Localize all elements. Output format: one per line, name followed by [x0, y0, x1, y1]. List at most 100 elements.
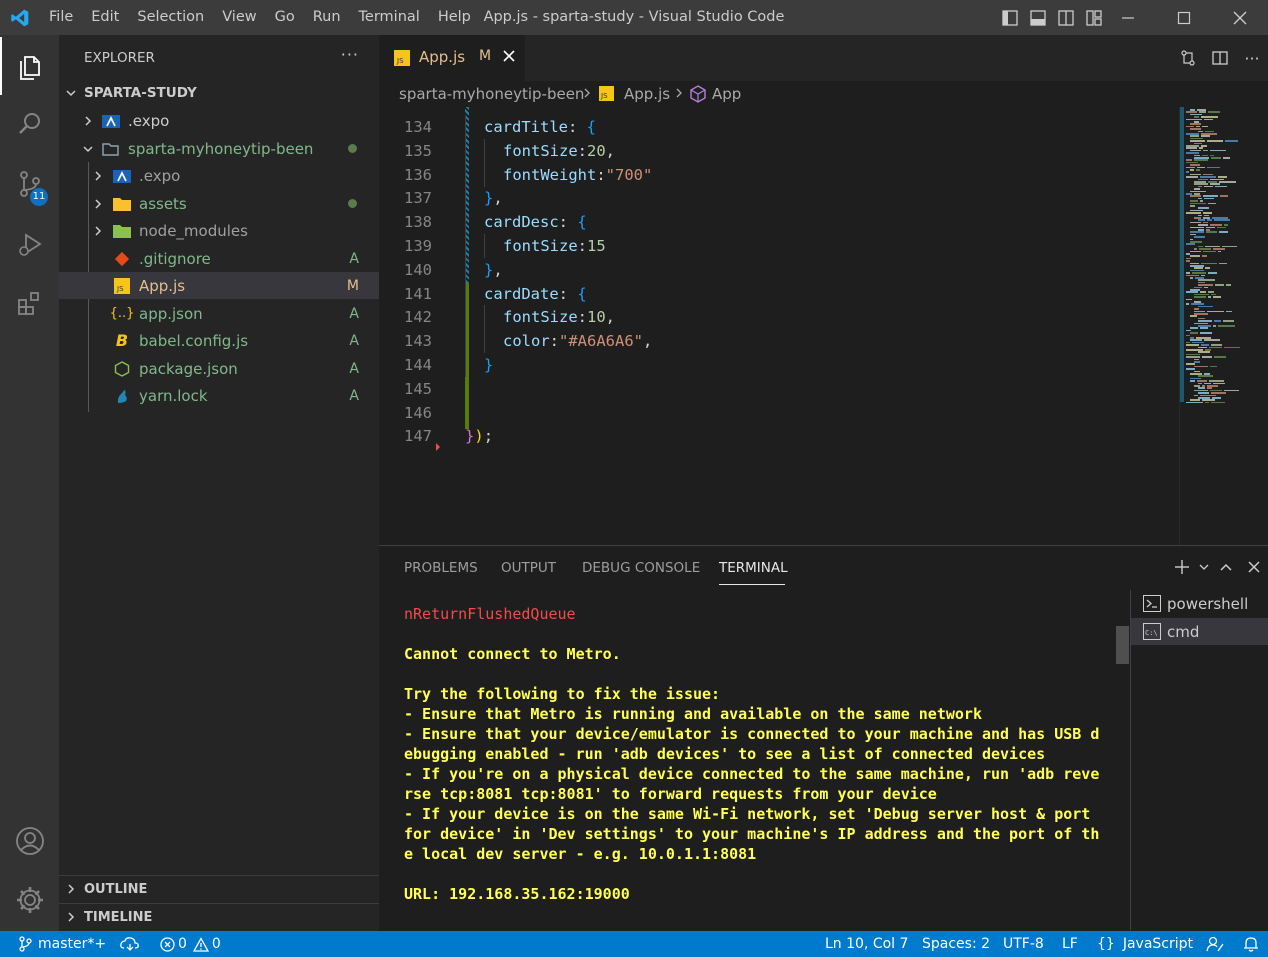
breadcrumb-symbol[interactable]: App — [712, 85, 741, 103]
terminal-powershell-icon — [1143, 595, 1161, 616]
tab-output[interactable]: OUTPUT — [501, 560, 556, 576]
maximize-icon[interactable] — [1156, 0, 1212, 35]
toggle-sidebar-icon[interactable] — [996, 0, 1024, 35]
minimap[interactable] — [1179, 107, 1268, 545]
code-token: } — [484, 356, 494, 374]
explorer-more-icon[interactable]: ··· — [341, 45, 359, 64]
tab-terminal[interactable]: TERMINAL — [719, 560, 788, 576]
code-text: } — [484, 353, 493, 377]
maximize-panel-icon[interactable] — [1212, 554, 1240, 580]
menu-selection[interactable]: Selection — [128, 0, 213, 35]
explorer-sidebar: EXPLORER ··· SPARTA-STUDY .expo sparta-m… — [59, 35, 379, 931]
extensions-icon[interactable] — [0, 275, 59, 333]
tree-item-assets[interactable]: assets — [59, 190, 379, 217]
terminal-item-cmd[interactable]: C:\ cmd — [1131, 618, 1268, 645]
activity-bar: 11 — [0, 35, 59, 931]
problems-status[interactable]: 0 0 — [160, 931, 221, 957]
close-panel-icon[interactable] — [1240, 554, 1268, 580]
sync-icon[interactable] — [120, 931, 140, 957]
tree-item-node-modules[interactable]: node_modules — [59, 217, 379, 244]
tree-item-app-json[interactable]: {..} app.json A — [59, 300, 379, 327]
workspace-root-label: SPARTA-STUDY — [84, 84, 197, 101]
eol-status[interactable]: LF — [1062, 931, 1078, 957]
tree-item-package-json[interactable]: package.json A — [59, 355, 379, 382]
cursor-position[interactable]: Ln 10, Col 7 — [825, 931, 908, 957]
split-editor-icon[interactable] — [1204, 35, 1236, 81]
accounts-icon[interactable] — [0, 812, 59, 870]
feedback-icon[interactable] — [1206, 931, 1224, 957]
timeline-section[interactable]: TIMELINE — [59, 903, 379, 930]
source-control-icon[interactable]: 11 — [0, 155, 59, 213]
expo-folder-icon — [102, 112, 120, 130]
tree-item-sparta-myhoneytip-been[interactable]: sparta-myhoneytip-been — [59, 135, 379, 162]
new-terminal-icon[interactable] — [1168, 554, 1196, 580]
open-changes-icon[interactable] — [1172, 35, 1204, 81]
code-token: : — [558, 213, 578, 232]
code-token: fontSize — [503, 141, 578, 160]
code-line: 138 cardDesc: { — [379, 210, 1179, 235]
menu-file[interactable]: File — [40, 0, 82, 35]
menu-run[interactable]: Run — [304, 0, 350, 35]
language-status[interactable]: {} JavaScript — [1097, 931, 1193, 957]
terminal-scrollbar[interactable] — [1116, 626, 1129, 664]
terminal-item-powershell[interactable]: powershell — [1131, 590, 1268, 617]
code-token: { — [577, 213, 587, 232]
menu-help[interactable]: Help — [429, 0, 480, 35]
code-token: : — [558, 284, 578, 303]
menu-view[interactable]: View — [213, 0, 265, 35]
toggle-panel-icon[interactable] — [1024, 0, 1052, 35]
menu-go[interactable]: Go — [266, 0, 304, 35]
explorer-icon[interactable] — [0, 37, 59, 95]
branch-status[interactable]: master*+ — [18, 931, 106, 957]
code-line: 135 fontSize:20, — [379, 138, 1179, 163]
indent-guide — [465, 353, 466, 377]
search-icon[interactable] — [0, 95, 59, 153]
breadcrumb-file[interactable]: App.js — [624, 85, 670, 103]
tab-debug-console[interactable]: DEBUG CONSOLE — [582, 560, 700, 576]
close-window-icon[interactable] — [1212, 0, 1268, 35]
menu-edit[interactable]: Edit — [82, 0, 128, 35]
close-tab-icon[interactable] — [502, 49, 516, 67]
tab-problems[interactable]: PROBLEMS — [404, 560, 478, 576]
terminal-line: ebugging enabled - run 'adb devices' to … — [404, 745, 1046, 763]
code-editor[interactable]: 134 cardTitle: {135 fontSize:20, 136 fontWei… — [379, 107, 1179, 545]
tree-item-yarn-lock[interactable]: yarn.lock A — [59, 382, 379, 409]
tree-item-app-js[interactable]: JS App.js M — [59, 272, 379, 299]
tree-item-babel-config[interactable]: B babel.config.js A — [59, 327, 379, 354]
line-number: 140 — [404, 260, 432, 279]
code-line: 143 color:"#A6A6A6", — [379, 329, 1179, 354]
manage-gear-icon[interactable] — [0, 871, 59, 929]
tab-label: App.js — [419, 48, 466, 66]
run-debug-icon[interactable] — [0, 215, 59, 273]
minimize-icon[interactable] — [1100, 0, 1156, 35]
chevron-right-icon — [95, 198, 102, 209]
explorer-header: EXPLORER ··· — [59, 35, 379, 80]
git-status-added: A — [349, 250, 359, 267]
chevron-down-icon[interactable] — [1196, 554, 1212, 580]
notifications-bell-icon[interactable] — [1243, 931, 1259, 957]
error-count: 0 — [178, 936, 187, 952]
breadcrumb-folder[interactable]: sparta-myhoneytip-been — [399, 85, 584, 103]
tree-item-expo-nested[interactable]: .expo — [59, 162, 379, 189]
indent-guide — [465, 138, 466, 163]
terminal-output[interactable]: nReturnFlushedQueue Cannot connect to Met… — [404, 604, 1104, 904]
git-status-added: A — [349, 305, 359, 322]
tab-app-js[interactable]: JS App.js M — [379, 35, 525, 81]
more-actions-icon[interactable]: ··· — [1236, 35, 1268, 81]
tree-item-expo[interactable]: .expo — [59, 107, 379, 134]
workspace-root[interactable]: SPARTA-STUDY — [59, 79, 379, 106]
tree-item-gitignore[interactable]: .gitignore A — [59, 245, 379, 272]
language-label: JavaScript — [1122, 936, 1194, 952]
outline-section[interactable]: OUTLINE — [59, 875, 379, 902]
modified-dot — [348, 199, 357, 208]
indent-guide — [484, 162, 485, 187]
code-token: cardDesc — [484, 213, 559, 232]
code-token: , — [493, 189, 503, 208]
indentation-status[interactable]: Spaces: 2 — [922, 931, 990, 957]
menu-terminal[interactable]: Terminal — [350, 0, 429, 35]
line-number: 134 — [404, 118, 432, 136]
toggle-secondary-sidebar-icon[interactable] — [1052, 0, 1080, 35]
code-token: { — [586, 118, 597, 136]
encoding-status[interactable]: UTF-8 — [1003, 931, 1044, 957]
